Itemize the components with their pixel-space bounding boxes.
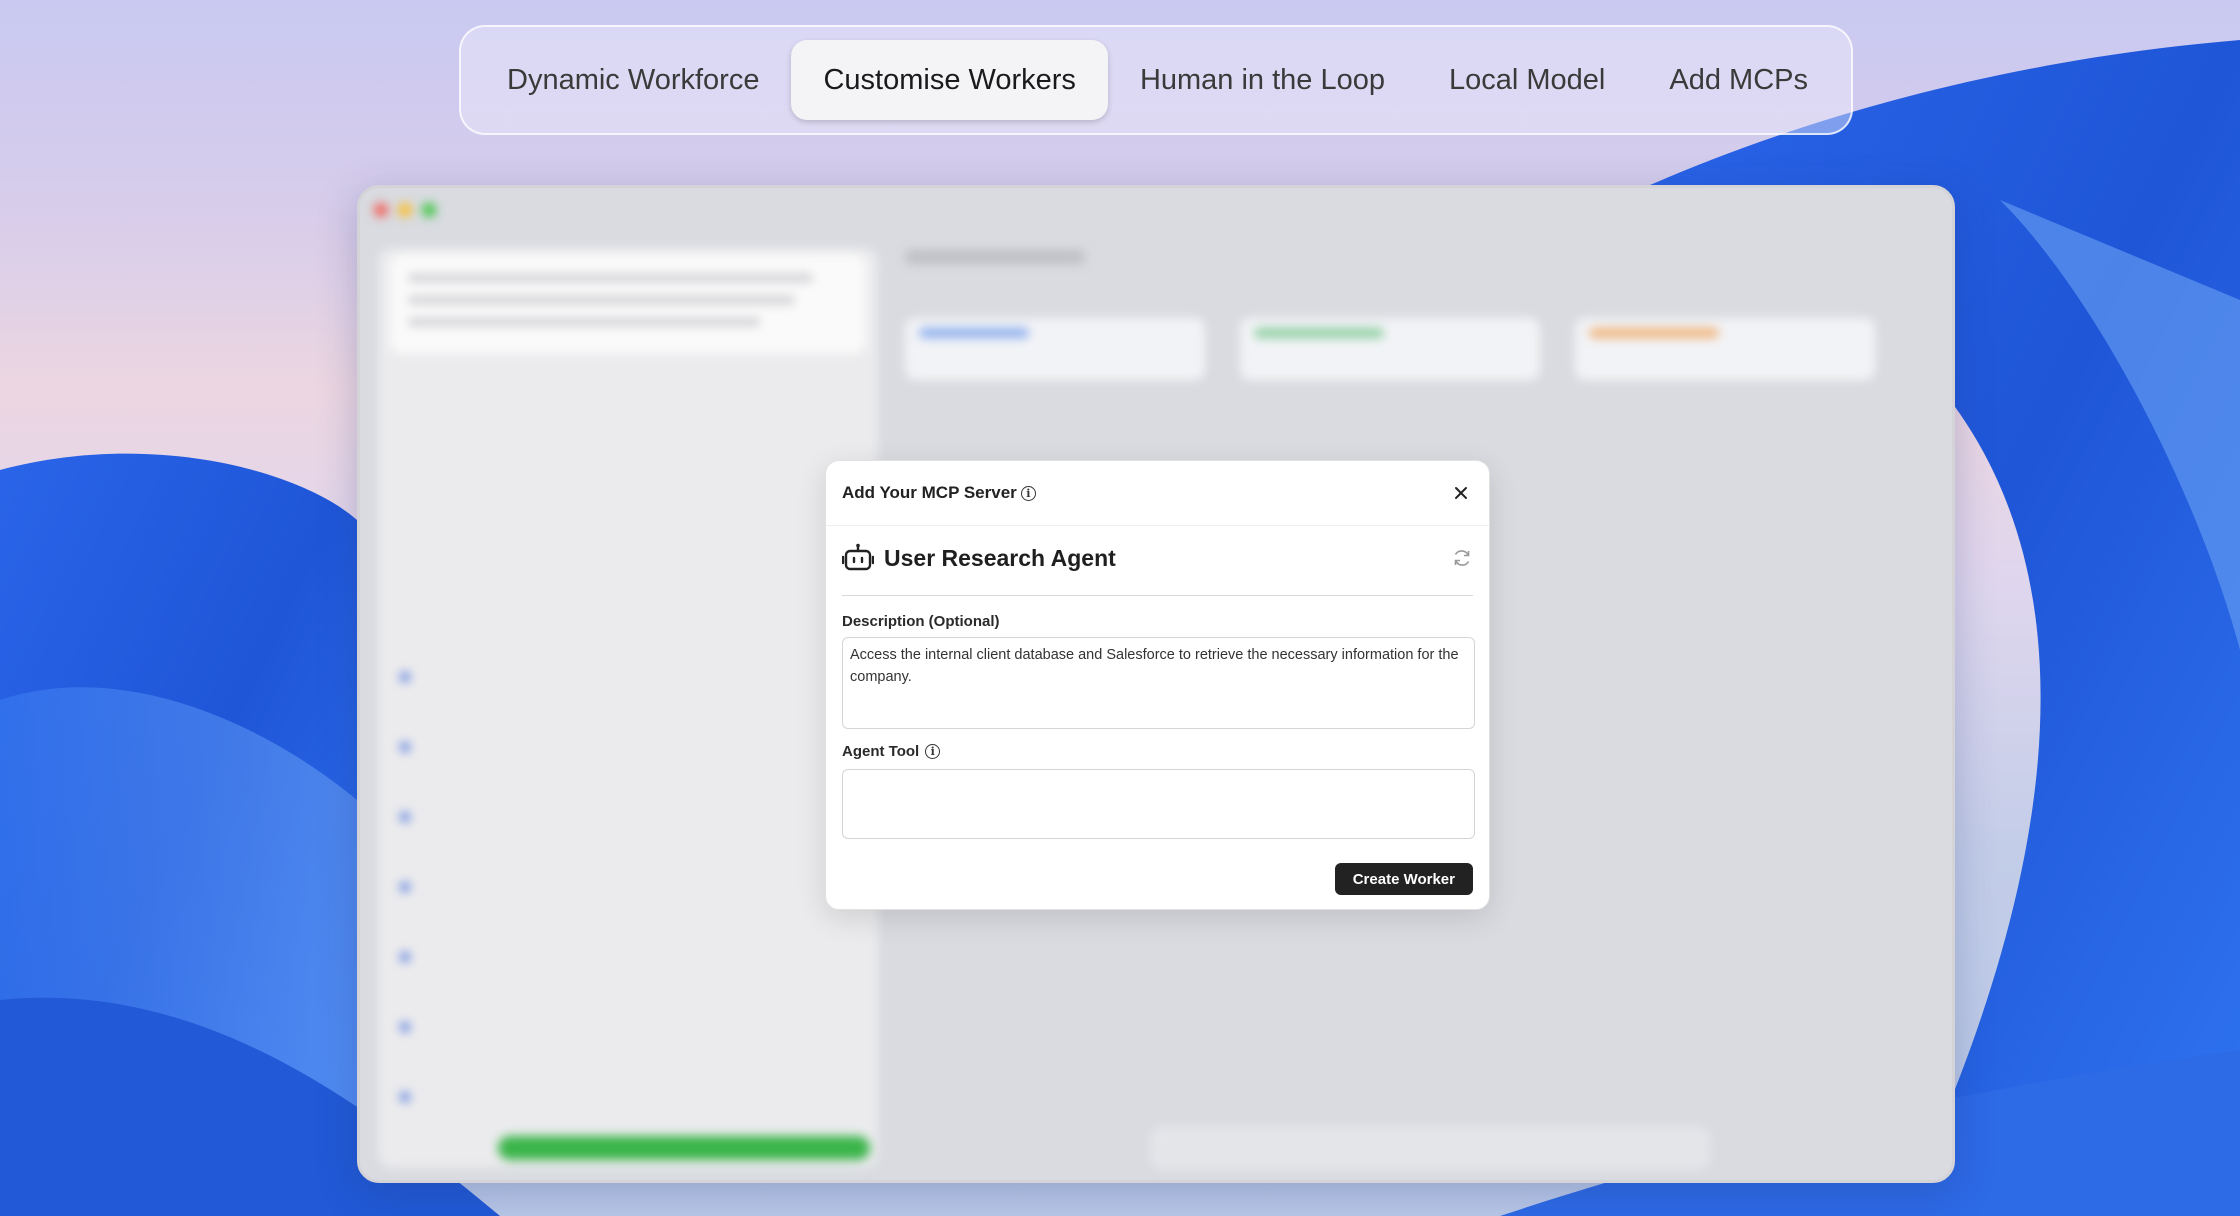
agent-tool-label: Agent Tool	[842, 743, 920, 760]
create-worker-button[interactable]: Create Worker	[1334, 863, 1473, 895]
task-item	[400, 738, 838, 774]
task-item	[400, 878, 838, 914]
progress-bar	[498, 1136, 870, 1160]
task-item	[400, 1018, 838, 1054]
robot-icon	[842, 543, 874, 571]
modal-header: Add Your MCP Server i	[826, 461, 1489, 526]
maximize-window-icon	[422, 203, 436, 217]
minimize-window-icon	[398, 203, 412, 217]
modal-title: Add Your MCP Server	[842, 483, 1017, 502]
task-item	[400, 668, 838, 704]
description-label: Description (Optional)	[842, 613, 1000, 630]
workforce-title-placeholder	[905, 250, 1085, 264]
tab-human-in-the-loop[interactable]: Human in the Loop	[1108, 40, 1417, 120]
agent-card	[1575, 318, 1875, 380]
info-icon[interactable]: i	[1020, 485, 1036, 501]
close-window-icon	[374, 203, 388, 217]
agent-header: User Research Agent	[842, 541, 1473, 575]
task-panel	[378, 248, 878, 1168]
task-item	[400, 948, 838, 984]
info-icon[interactable]: i	[925, 744, 941, 759]
task-item	[400, 808, 838, 844]
tab-add-mcps[interactable]: Add MCPs	[1637, 40, 1840, 120]
agent-tool-field[interactable]	[842, 769, 1475, 839]
prompt-card	[390, 254, 866, 354]
agent-name: User Research Agent	[884, 544, 1116, 571]
close-icon[interactable]	[1451, 483, 1471, 503]
description-field[interactable]: Access the internal client database and …	[842, 637, 1475, 729]
bottom-dock	[1150, 1126, 1710, 1170]
refresh-icon[interactable]	[1451, 547, 1473, 569]
agent-tool-label-row: Agent Tool i	[842, 743, 941, 760]
agent-card	[1240, 318, 1540, 380]
window-titlebar	[360, 188, 1952, 232]
add-mcp-server-modal: Add Your MCP Server i User Research Agen…	[825, 460, 1490, 910]
feature-tab-bar: Dynamic Workforce Customise Workers Huma…	[459, 25, 1853, 135]
tab-customise-workers[interactable]: Customise Workers	[791, 40, 1108, 120]
agent-card	[905, 318, 1205, 380]
divider	[842, 595, 1473, 596]
tab-dynamic-workforce[interactable]: Dynamic Workforce	[475, 40, 791, 120]
task-item	[400, 1088, 838, 1124]
tab-local-model[interactable]: Local Model	[1417, 40, 1637, 120]
